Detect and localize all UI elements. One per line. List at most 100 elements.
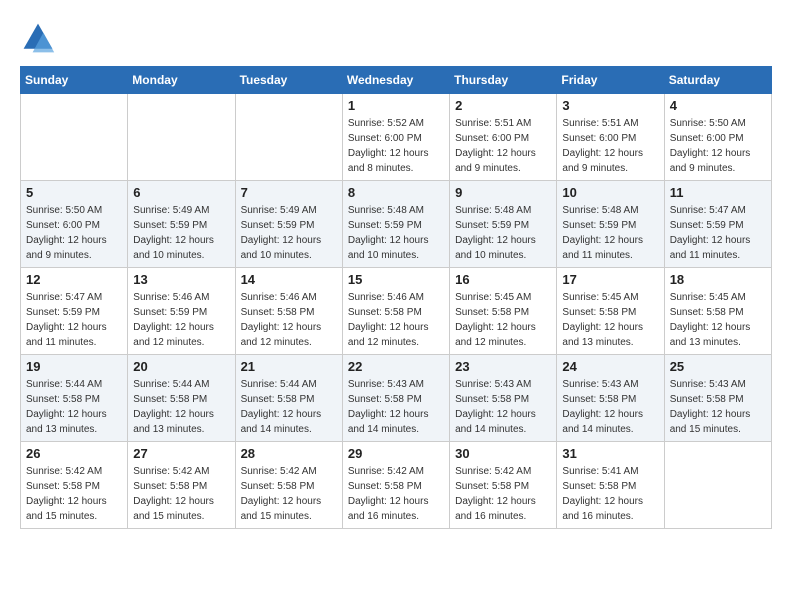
day-number: 28	[241, 446, 337, 461]
day-number: 10	[562, 185, 658, 200]
day-info: Sunrise: 5:44 AM Sunset: 5:58 PM Dayligh…	[241, 377, 337, 437]
day-cell: 2 Sunrise: 5:51 AM Sunset: 6:00 PM Daylig…	[450, 94, 557, 181]
day-number: 22	[348, 359, 444, 374]
day-cell: 7 Sunrise: 5:49 AM Sunset: 5:59 PM Daylig…	[235, 181, 342, 268]
day-info: Sunrise: 5:51 AM Sunset: 6:00 PM Dayligh…	[562, 116, 658, 176]
calendar-header-row: SundayMondayTuesdayWednesdayThursdayFrid…	[21, 67, 772, 94]
day-info: Sunrise: 5:42 AM Sunset: 5:58 PM Dayligh…	[348, 464, 444, 524]
day-cell	[21, 94, 128, 181]
week-row-3: 12 Sunrise: 5:47 AM Sunset: 5:59 PM Dayli…	[21, 268, 772, 355]
day-header-tuesday: Tuesday	[235, 67, 342, 94]
day-cell: 31 Sunrise: 5:41 AM Sunset: 5:58 PM Dayli…	[557, 442, 664, 529]
day-header-monday: Monday	[128, 67, 235, 94]
day-header-friday: Friday	[557, 67, 664, 94]
day-number: 7	[241, 185, 337, 200]
day-cell: 27 Sunrise: 5:42 AM Sunset: 5:58 PM Dayli…	[128, 442, 235, 529]
day-number: 13	[133, 272, 229, 287]
day-number: 14	[241, 272, 337, 287]
day-cell: 26 Sunrise: 5:42 AM Sunset: 5:58 PM Dayli…	[21, 442, 128, 529]
day-cell: 12 Sunrise: 5:47 AM Sunset: 5:59 PM Dayli…	[21, 268, 128, 355]
day-cell: 15Sunrise: 5:46 AM Sunset: 5:58 PM Dayli…	[342, 268, 449, 355]
day-number: 26	[26, 446, 122, 461]
day-cell: 25Sunrise: 5:43 AM Sunset: 5:58 PM Dayli…	[664, 355, 771, 442]
day-number: 9	[455, 185, 551, 200]
day-cell: 1Sunrise: 5:52 AM Sunset: 6:00 PM Daylig…	[342, 94, 449, 181]
day-number: 2	[455, 98, 551, 113]
week-row-5: 26 Sunrise: 5:42 AM Sunset: 5:58 PM Dayli…	[21, 442, 772, 529]
day-cell: 6Sunrise: 5:49 AM Sunset: 5:59 PM Daylig…	[128, 181, 235, 268]
week-row-1: 1Sunrise: 5:52 AM Sunset: 6:00 PM Daylig…	[21, 94, 772, 181]
day-cell: 9 Sunrise: 5:48 AM Sunset: 5:59 PM Daylig…	[450, 181, 557, 268]
day-cell	[664, 442, 771, 529]
day-info: Sunrise: 5:44 AM Sunset: 5:58 PM Dayligh…	[26, 377, 122, 437]
day-info: Sunrise: 5:42 AM Sunset: 5:58 PM Dayligh…	[455, 464, 551, 524]
day-number: 3	[562, 98, 658, 113]
calendar: SundayMondayTuesdayWednesdayThursdayFrid…	[20, 66, 772, 529]
day-cell: 22 Sunrise: 5:43 AM Sunset: 5:58 PM Dayli…	[342, 355, 449, 442]
day-number: 31	[562, 446, 658, 461]
day-number: 30	[455, 446, 551, 461]
day-number: 27	[133, 446, 229, 461]
day-number: 21	[241, 359, 337, 374]
day-info: Sunrise: 5:45 AM Sunset: 5:58 PM Dayligh…	[670, 290, 766, 350]
day-cell: 17Sunrise: 5:45 AM Sunset: 5:58 PM Dayli…	[557, 268, 664, 355]
day-info: Sunrise: 5:48 AM Sunset: 5:59 PM Dayligh…	[348, 203, 444, 263]
day-info: Sunrise: 5:50 AM Sunset: 6:00 PM Dayligh…	[670, 116, 766, 176]
day-number: 18	[670, 272, 766, 287]
day-number: 4	[670, 98, 766, 113]
day-info: Sunrise: 5:49 AM Sunset: 5:59 PM Dayligh…	[241, 203, 337, 263]
day-cell: 29Sunrise: 5:42 AM Sunset: 5:58 PM Dayli…	[342, 442, 449, 529]
day-number: 1	[348, 98, 444, 113]
day-cell: 10Sunrise: 5:48 AM Sunset: 5:59 PM Dayli…	[557, 181, 664, 268]
day-cell: 23Sunrise: 5:43 AM Sunset: 5:58 PM Dayli…	[450, 355, 557, 442]
day-cell: 19 Sunrise: 5:44 AM Sunset: 5:58 PM Dayli…	[21, 355, 128, 442]
day-info: Sunrise: 5:45 AM Sunset: 5:58 PM Dayligh…	[455, 290, 551, 350]
week-row-4: 19 Sunrise: 5:44 AM Sunset: 5:58 PM Dayli…	[21, 355, 772, 442]
day-cell: 8 Sunrise: 5:48 AM Sunset: 5:59 PM Daylig…	[342, 181, 449, 268]
logo	[20, 20, 58, 56]
day-cell: 24 Sunrise: 5:43 AM Sunset: 5:58 PM Dayli…	[557, 355, 664, 442]
day-info: Sunrise: 5:41 AM Sunset: 5:58 PM Dayligh…	[562, 464, 658, 524]
day-number: 25	[670, 359, 766, 374]
day-number: 12	[26, 272, 122, 287]
day-info: Sunrise: 5:47 AM Sunset: 5:59 PM Dayligh…	[670, 203, 766, 263]
day-cell: 18 Sunrise: 5:45 AM Sunset: 5:58 PM Dayli…	[664, 268, 771, 355]
day-cell: 28Sunrise: 5:42 AM Sunset: 5:58 PM Dayli…	[235, 442, 342, 529]
day-number: 23	[455, 359, 551, 374]
day-number: 5	[26, 185, 122, 200]
day-info: Sunrise: 5:46 AM Sunset: 5:59 PM Dayligh…	[133, 290, 229, 350]
day-info: Sunrise: 5:47 AM Sunset: 5:59 PM Dayligh…	[26, 290, 122, 350]
day-number: 8	[348, 185, 444, 200]
logo-icon	[20, 20, 56, 56]
day-cell: 30 Sunrise: 5:42 AM Sunset: 5:58 PM Dayli…	[450, 442, 557, 529]
day-info: Sunrise: 5:43 AM Sunset: 5:58 PM Dayligh…	[348, 377, 444, 437]
day-number: 16	[455, 272, 551, 287]
day-header-sunday: Sunday	[21, 67, 128, 94]
page: SundayMondayTuesdayWednesdayThursdayFrid…	[0, 0, 792, 539]
day-info: Sunrise: 5:42 AM Sunset: 5:58 PM Dayligh…	[133, 464, 229, 524]
day-info: Sunrise: 5:51 AM Sunset: 6:00 PM Dayligh…	[455, 116, 551, 176]
day-number: 6	[133, 185, 229, 200]
day-cell: 3 Sunrise: 5:51 AM Sunset: 6:00 PM Daylig…	[557, 94, 664, 181]
day-number: 24	[562, 359, 658, 374]
day-header-thursday: Thursday	[450, 67, 557, 94]
day-info: Sunrise: 5:46 AM Sunset: 5:58 PM Dayligh…	[348, 290, 444, 350]
day-number: 17	[562, 272, 658, 287]
day-header-saturday: Saturday	[664, 67, 771, 94]
day-number: 20	[133, 359, 229, 374]
day-cell: 13 Sunrise: 5:46 AM Sunset: 5:59 PM Dayli…	[128, 268, 235, 355]
day-cell: 20Sunrise: 5:44 AM Sunset: 5:58 PM Dayli…	[128, 355, 235, 442]
day-info: Sunrise: 5:46 AM Sunset: 5:58 PM Dayligh…	[241, 290, 337, 350]
week-row-2: 5Sunrise: 5:50 AM Sunset: 6:00 PM Daylig…	[21, 181, 772, 268]
day-info: Sunrise: 5:48 AM Sunset: 5:59 PM Dayligh…	[455, 203, 551, 263]
day-number: 19	[26, 359, 122, 374]
day-number: 11	[670, 185, 766, 200]
day-cell: 21 Sunrise: 5:44 AM Sunset: 5:58 PM Dayli…	[235, 355, 342, 442]
day-cell	[235, 94, 342, 181]
day-cell: 14 Sunrise: 5:46 AM Sunset: 5:58 PM Dayli…	[235, 268, 342, 355]
day-cell: 5Sunrise: 5:50 AM Sunset: 6:00 PM Daylig…	[21, 181, 128, 268]
day-cell: 16 Sunrise: 5:45 AM Sunset: 5:58 PM Dayli…	[450, 268, 557, 355]
day-info: Sunrise: 5:43 AM Sunset: 5:58 PM Dayligh…	[562, 377, 658, 437]
day-info: Sunrise: 5:42 AM Sunset: 5:58 PM Dayligh…	[26, 464, 122, 524]
day-cell: 4 Sunrise: 5:50 AM Sunset: 6:00 PM Daylig…	[664, 94, 771, 181]
